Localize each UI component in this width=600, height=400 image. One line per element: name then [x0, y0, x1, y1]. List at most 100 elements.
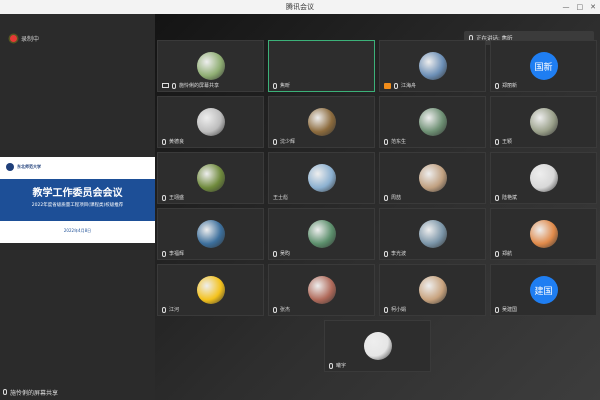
mic-icon: [162, 250, 166, 257]
mic-icon: [273, 138, 277, 145]
mic-icon: [384, 138, 388, 145]
participant-name-label: 周喆: [384, 194, 401, 201]
participant-name: 王翊盛: [169, 195, 185, 201]
participant-avatar: 国新: [529, 52, 558, 80]
participant-name-label: 王翊盛: [162, 194, 184, 201]
participant-tile[interactable]: 王士彪: [268, 152, 375, 204]
participant-tile[interactable]: 施怜俐的屏幕共享: [157, 40, 264, 92]
participant-name-label: 吴建国: [495, 306, 517, 313]
avatar-initials: 国新: [534, 62, 553, 73]
participant-tile[interactable]: 沈少辉: [268, 96, 375, 148]
participant-name-label: 范东生: [384, 138, 406, 145]
participant-tile[interactable]: 周喆: [379, 152, 486, 204]
participant-avatar: 建国: [529, 276, 558, 304]
participant-tile[interactable]: 范东生: [379, 96, 486, 148]
slide-subtitle: 2022年度省级质量工程项目(课程类)校级推荐: [31, 203, 124, 208]
slide-date: 2022年4月8日: [63, 228, 92, 233]
participant-avatar: [418, 108, 447, 136]
participant-name: 郑丽新: [502, 83, 518, 89]
participant-name: 李福辉: [169, 251, 185, 257]
participant-tile[interactable]: 曦宇: [324, 320, 431, 372]
participant-tile[interactable]: 黄德良: [157, 96, 264, 148]
mic-icon: [384, 306, 388, 313]
record-dot-icon: [10, 35, 17, 42]
participant-name: 沈少辉: [280, 139, 296, 145]
participant-name-label: 张杰: [273, 306, 290, 313]
mic-icon: [162, 138, 166, 145]
mic-icon: [384, 194, 388, 201]
participant-name: 郑航: [502, 251, 513, 257]
participant-avatar: [196, 276, 225, 304]
recording-indicator[interactable]: 录制中: [10, 34, 39, 43]
university-logo-icon: [6, 163, 14, 171]
participant-name-label: 曦宇: [329, 362, 346, 369]
participant-name-label: 李光波: [384, 250, 406, 257]
participant-name-label: 吴昀: [273, 250, 290, 257]
participant-tile[interactable]: 陆艳斌: [490, 152, 597, 204]
participant-avatar: [196, 52, 225, 80]
minimize-icon[interactable]: —: [563, 0, 570, 14]
participant-tile[interactable]: 江海舟: [379, 40, 486, 92]
participant-avatar: [307, 164, 336, 192]
participant-avatar: [418, 220, 447, 248]
participant-name: 施怜俐的屏幕共享: [179, 83, 220, 89]
mic-icon: [162, 194, 166, 201]
participant-tile[interactable]: 李光波: [379, 208, 486, 260]
participant-tile[interactable]: 张杰: [268, 264, 375, 316]
participant-avatar: [307, 108, 336, 136]
participant-tile[interactable]: 江河: [157, 264, 264, 316]
participant-avatar: [418, 164, 447, 192]
participant-name: 焦昕: [280, 83, 291, 89]
participant-name: 周喆: [391, 195, 402, 201]
participant-name-label: 沈少辉: [273, 138, 295, 145]
participant-name: 李光波: [391, 251, 407, 257]
avatar-initials: 建国: [534, 286, 553, 297]
participant-name-label: 郑丽新: [495, 82, 517, 89]
participant-tile[interactable]: 王颖: [490, 96, 597, 148]
participant-name: 黄德良: [169, 139, 185, 145]
participant-name-label: 王颖: [495, 138, 512, 145]
window-titlebar: 腾讯会议 — □ ✕: [0, 0, 600, 14]
participant-tile[interactable]: 国新郑丽新: [490, 40, 597, 92]
participant-tile[interactable]: 郑航: [490, 208, 597, 260]
participant-name-label: 王士彪: [273, 194, 288, 201]
participant-name-label: 李福辉: [162, 250, 184, 257]
window-controls: — □ ✕: [563, 0, 597, 14]
participant-name: 曦宇: [336, 363, 347, 369]
participant-avatar: [529, 164, 558, 192]
participant-tile[interactable]: 李福辉: [157, 208, 264, 260]
participant-tile[interactable]: 建国吴建国: [490, 264, 597, 316]
mic-icon: [3, 389, 7, 395]
participant-tile[interactable]: 王翊盛: [157, 152, 264, 204]
mic-icon: [329, 362, 333, 369]
participant-name-label: 焦昕: [273, 82, 290, 89]
mic-icon: [495, 138, 499, 145]
participant-name: 江海舟: [401, 83, 417, 89]
participant-tile[interactable]: 焦昕: [268, 40, 375, 92]
participant-name-label: 江河: [162, 306, 179, 313]
participant-name: 江河: [169, 307, 180, 313]
participant-name-label: 黄德良: [162, 138, 184, 145]
screen-share-icon: [162, 83, 169, 88]
mic-icon: [495, 250, 499, 257]
participant-tile[interactable]: 柯小娟: [379, 264, 486, 316]
mic-icon: [273, 82, 277, 89]
participant-avatar: [529, 108, 558, 136]
participant-name: 范东生: [391, 139, 407, 145]
mic-icon: [394, 82, 398, 89]
participant-name: 陆艳斌: [502, 195, 518, 201]
mic-icon: [384, 250, 388, 257]
maximize-icon[interactable]: □: [577, 0, 584, 14]
participant-avatar: [418, 52, 447, 80]
participant-name-label: 陆艳斌: [495, 194, 517, 201]
close-icon[interactable]: ✕: [590, 0, 596, 14]
participant-name: 王士彪: [273, 195, 289, 201]
mic-icon: [495, 82, 499, 89]
slide-title-band: 教学工作委员会会议 2022年度省级质量工程项目(课程类)校级推荐: [0, 179, 155, 221]
participant-avatar: [418, 276, 447, 304]
participant-tile[interactable]: 吴昀: [268, 208, 375, 260]
recording-label: 录制中: [21, 36, 40, 43]
participant-avatar: [196, 164, 225, 192]
participant-name-label: 柯小娟: [384, 306, 406, 313]
screen-share-owner: 施怜俐的屏幕共享: [10, 389, 59, 397]
